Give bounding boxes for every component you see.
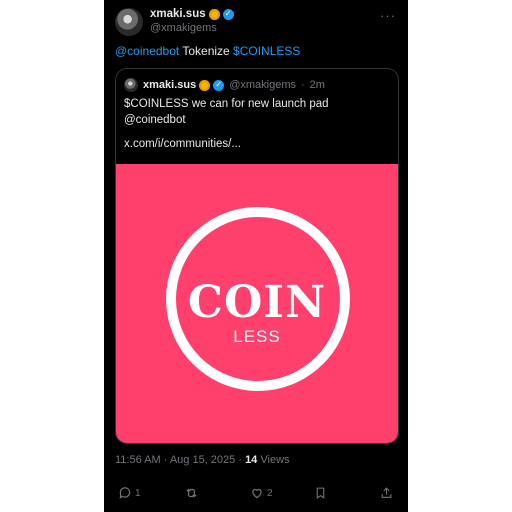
cashtag-link[interactable]: $COINLESS <box>233 44 300 58</box>
quote-header: xmaki.sus ✓ @xmakigems · 2m <box>143 79 325 91</box>
quote-text-line-2: @coinedbot <box>124 114 186 126</box>
bookmark-button[interactable] <box>314 486 327 500</box>
logo-title: COIN <box>187 277 327 328</box>
quote-text-line-1: $COINLESS we can for new launch pad <box>124 98 329 110</box>
quote-separator: · <box>301 79 305 91</box>
emoji-badge-icon <box>208 8 220 20</box>
quote-author-handle: @xmakigems <box>229 79 296 91</box>
verified-badge-icon: ✓ <box>213 79 225 91</box>
quote-author-avatar <box>124 78 138 92</box>
tweet-timestamp[interactable]: 11:56 AM · Aug 15, 2025 · <box>115 454 245 466</box>
quote-author-name: xmaki.sus <box>143 79 197 91</box>
quote-link[interactable]: x.com/i/communities/... <box>124 138 241 150</box>
bookmark-icon <box>316 487 325 499</box>
quote-time: 2m <box>309 79 325 91</box>
mention-link[interactable]: @coinedbot <box>115 44 179 58</box>
quote-media-image[interactable]: COIN LESS <box>116 164 398 443</box>
author-name-row: xmaki.sus ✓ <box>150 8 234 20</box>
verified-badge-icon: ✓ <box>222 8 234 20</box>
share-button[interactable] <box>380 486 393 500</box>
tweet-panel: xmaki.sus ✓ @xmakigems ··· @coinedbot To… <box>104 0 408 512</box>
more-options-icon[interactable]: ··· <box>380 8 396 23</box>
repost-icon <box>186 488 197 498</box>
quoted-tweet[interactable]: xmaki.sus ✓ @xmakigems · 2m $COINLESS we… <box>115 68 399 444</box>
views-label: Views <box>257 454 290 466</box>
reply-count: 1 <box>135 487 141 499</box>
logo-subtitle: LESS <box>233 327 281 346</box>
tweet-text-middle: Tokenize <box>179 44 234 58</box>
emoji-badge-icon <box>199 79 211 91</box>
repost-button[interactable] <box>184 486 202 500</box>
author-display-name[interactable]: xmaki.sus <box>150 8 206 20</box>
like-button[interactable]: 2 <box>250 486 273 500</box>
like-count: 2 <box>267 487 273 499</box>
reply-icon <box>119 487 131 499</box>
views-count: 14 <box>245 454 258 466</box>
share-icon <box>381 487 392 498</box>
reply-button[interactable]: 1 <box>118 486 141 500</box>
tweet-meta: 11:56 AM · Aug 15, 2025 · 14 Views <box>115 454 290 466</box>
action-bar: 1 2 <box>104 482 408 508</box>
tweet-text: @coinedbot Tokenize $COINLESS <box>115 44 300 58</box>
author-avatar[interactable] <box>115 8 143 36</box>
author-handle[interactable]: @xmakigems <box>150 22 217 34</box>
heart-icon <box>252 489 262 499</box>
